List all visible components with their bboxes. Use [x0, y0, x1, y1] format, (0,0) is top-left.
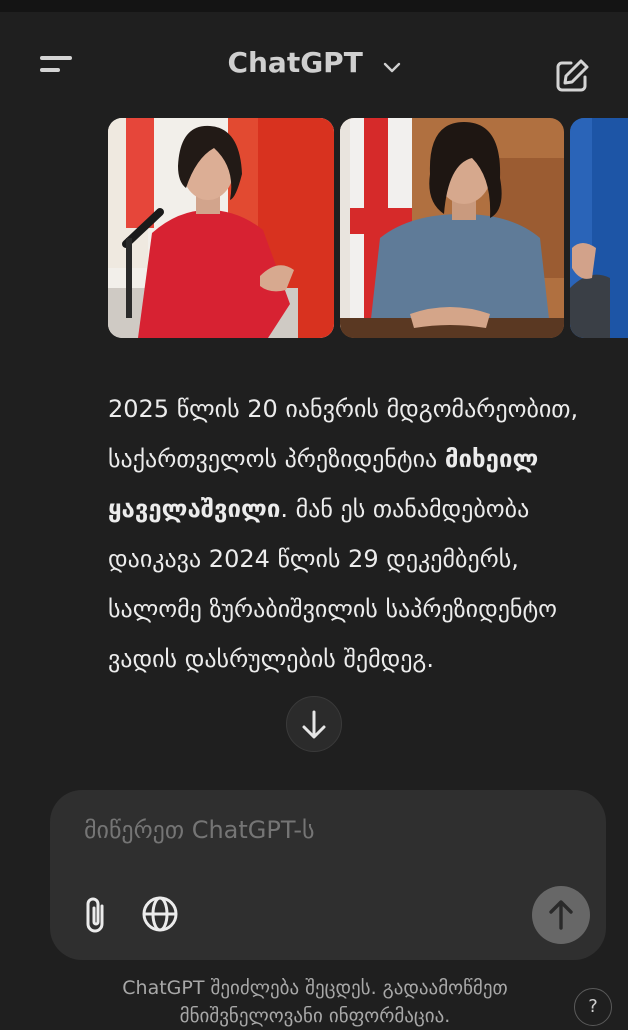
send-button[interactable]: [532, 886, 590, 944]
arrow-down-icon: [302, 710, 326, 739]
disclaimer-text: ChatGPT შეიძლება შეცდეს. გადაამოწმეთ მნი…: [122, 977, 508, 1027]
app-header: ChatGPT: [0, 12, 628, 108]
attach-button[interactable]: [78, 894, 114, 938]
message-composer: [50, 790, 606, 960]
gallery-image[interactable]: [570, 118, 628, 338]
help-button[interactable]: ?: [574, 988, 612, 1026]
gallery-image[interactable]: [108, 118, 334, 338]
paperclip-icon: [86, 897, 104, 933]
web-search-button[interactable]: [140, 894, 180, 934]
gallery-image[interactable]: [340, 118, 564, 338]
assistant-message: 2025 წლის 20 იანვრის მდგომარეობით, საქარ…: [108, 384, 608, 684]
scroll-to-bottom-button[interactable]: [286, 696, 342, 752]
status-bar-edge: [0, 0, 628, 12]
app-title: ChatGPT: [227, 46, 363, 79]
globe-icon: [142, 896, 178, 932]
new-chat-button[interactable]: [552, 56, 592, 96]
edit-icon: [556, 59, 589, 92]
arrow-up-icon: [549, 900, 573, 930]
message-input[interactable]: [84, 816, 564, 844]
image-gallery: [108, 118, 628, 338]
chevron-down-icon: [383, 48, 401, 81]
model-selector[interactable]: ChatGPT: [0, 46, 628, 81]
